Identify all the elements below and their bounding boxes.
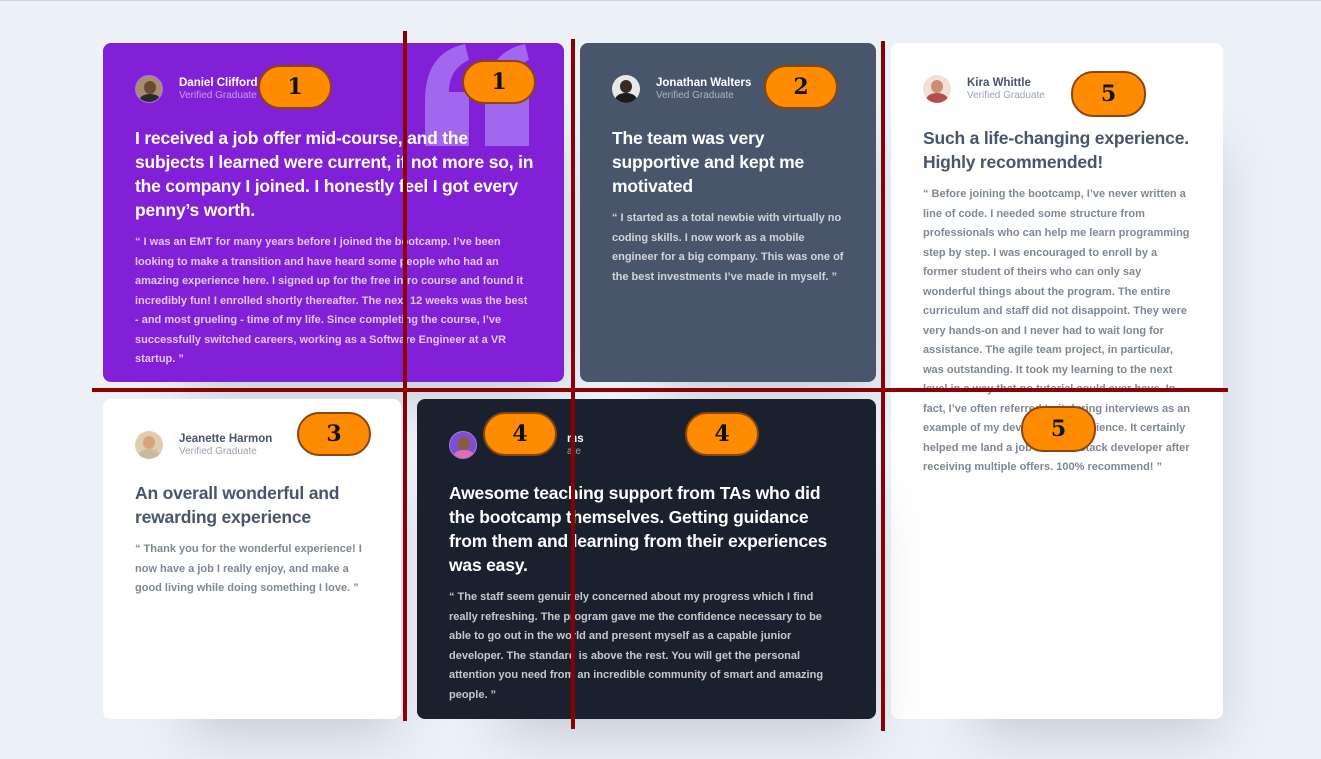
annotation-line-horizontal xyxy=(92,388,1228,392)
testimonial-title: Such a life-changing experience. Highly … xyxy=(923,128,1189,172)
testimonial-quote: “ The staff seem genuinely concerned abo… xyxy=(449,591,824,701)
annotation-marker: 2 xyxy=(764,65,838,109)
author-name: ms xyxy=(567,432,584,445)
author-role: Verified Graduate xyxy=(656,89,734,101)
avatar xyxy=(612,75,640,103)
testimonial-quote: “ I was an EMT for many years before I j… xyxy=(135,236,528,365)
annotation-marker: 1 xyxy=(258,65,332,109)
testimonial-card-kira: Kira Whittle Verified Graduate Such a li… xyxy=(891,43,1223,719)
testimonial-card-patrick: ms ate Awesome teaching support from TAs… xyxy=(417,399,876,719)
testimonial-title: An overall wonderful and rewarding exper… xyxy=(135,483,340,527)
author-header: Kira Whittle Verified Graduate xyxy=(923,75,1045,103)
author-role: Verified Graduate xyxy=(179,89,257,101)
author-header: Jeanette Harmon Verified Graduate xyxy=(135,431,272,459)
author-role: Verified Graduate xyxy=(967,89,1045,101)
annotation-line-vertical-2 xyxy=(571,39,575,729)
annotation-marker: 5 xyxy=(1071,71,1146,117)
avatar xyxy=(923,75,951,103)
author-role: Verified Graduate xyxy=(179,445,257,457)
avatar xyxy=(135,75,163,103)
annotation-marker: 4 xyxy=(483,412,557,456)
avatar xyxy=(135,431,163,459)
testimonial-quote: “ I started as a total newbie with virtu… xyxy=(612,212,844,283)
author-name: Jonathan Walters xyxy=(656,76,752,89)
testimonial-title: I received a job offer mid-course, and t… xyxy=(135,128,534,220)
annotation-line-vertical-3 xyxy=(881,41,885,731)
testimonial-quote: “ Thank you for the wonderful experience… xyxy=(135,543,362,594)
testimonial-title: The team was very supportive and kept me… xyxy=(612,128,805,196)
author-name: Kira Whittle xyxy=(967,76,1031,89)
annotation-marker: 4 xyxy=(685,412,759,456)
author-header: Daniel Clifford Verified Graduate xyxy=(135,75,258,103)
author-role: ate xyxy=(567,446,584,459)
avatar xyxy=(449,431,477,459)
annotation-line-vertical-1 xyxy=(403,31,407,721)
author-name: Daniel Clifford xyxy=(179,76,258,89)
author-name: Jeanette Harmon xyxy=(179,432,273,445)
testimonial-title: Awesome teaching support from TAs who di… xyxy=(449,483,828,575)
annotation-marker: 1 xyxy=(462,60,536,104)
author-header: Jonathan Walters Verified Graduate xyxy=(612,75,751,103)
annotation-marker: 5 xyxy=(1021,406,1096,452)
annotation-marker: 3 xyxy=(297,412,371,456)
